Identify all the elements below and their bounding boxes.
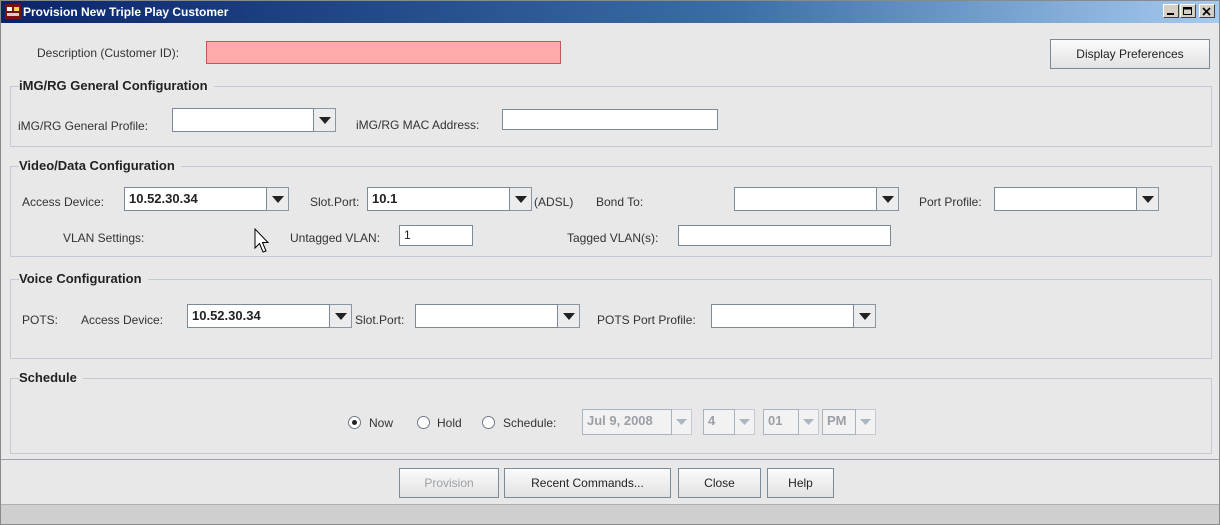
img-rg-profile-label: iMG/RG General Profile: [18,119,149,133]
minimize-button[interactable] [1163,4,1179,18]
pots-port-profile-label: POTS Port Profile: [597,313,696,327]
chevron-down-icon[interactable] [877,187,899,211]
help-button[interactable]: Help [767,468,834,498]
img-rg-profile-combo[interactable] [172,108,336,132]
voice-slot-port-combo[interactable] [415,304,581,328]
minimize-icon [1167,13,1174,15]
untagged-vlan-input[interactable]: 1 [399,225,473,246]
bond-to-label: Bond To: [596,195,644,209]
access-device-label: Access Device: [22,195,105,209]
window-title: Provision New Triple Play Customer [23,5,229,19]
voice-group-title: Voice Configuration [19,271,148,286]
status-bar [1,504,1219,524]
access-device-value[interactable]: 10.52.30.34 [124,187,267,211]
radio-schedule-label[interactable]: Schedule: [503,416,556,430]
tagged-vlan-input[interactable] [678,225,891,246]
schedule-group-title: Schedule [19,370,83,385]
slot-port-combo[interactable]: 10.1 [367,187,533,211]
access-device-combo[interactable]: 10.52.30.34 [124,187,290,211]
mouse-cursor-icon [254,228,270,253]
maximize-button[interactable] [1180,4,1196,18]
pots-port-profile-value[interactable] [711,304,854,328]
voice-access-device-label: Access Device: [81,313,164,327]
close-button[interactable]: Close [678,468,761,498]
voice-access-device-value[interactable]: 10.52.30.34 [187,304,330,328]
title-bar[interactable]: Provision New Triple Play Customer [1,1,1219,23]
pots-label: POTS: [22,313,59,327]
chevron-down-icon[interactable] [558,304,580,328]
chevron-down-icon[interactable] [314,108,336,132]
chevron-down-icon[interactable] [510,187,532,211]
recent-commands-button[interactable]: Recent Commands... [504,468,671,498]
bond-to-combo[interactable] [734,187,900,211]
chevron-down-icon[interactable] [854,304,876,328]
img-rg-profile-value[interactable] [172,108,314,132]
voice-access-device-combo[interactable]: 10.52.30.34 [187,304,353,328]
description-input[interactable] [206,41,561,64]
close-icon [1202,7,1211,16]
port-profile-label: Port Profile: [919,195,982,209]
close-window-button[interactable] [1199,4,1215,18]
adsl-label: (ADSL) [534,195,574,209]
img-rg-mac-label: iMG/RG MAC Address: [356,118,480,132]
radio-hold-label[interactable]: Hold [437,416,462,430]
provision-button[interactable]: Provision [399,468,499,498]
video-data-group-title: Video/Data Configuration [19,158,181,173]
slot-port-label: Slot.Port: [310,195,360,209]
description-label: Description (Customer ID): [37,46,180,60]
chevron-down-icon[interactable] [1137,187,1159,211]
chevron-down-icon[interactable] [330,304,352,328]
img-rg-mac-input[interactable] [502,109,718,130]
chevron-down-icon[interactable] [856,409,876,435]
maximize-icon [1183,7,1192,15]
schedule-ampm-field[interactable]: PM [822,409,856,435]
chevron-down-icon[interactable] [672,409,692,435]
radio-selected-dot [352,420,357,425]
display-preferences-button[interactable]: Display Preferences [1050,39,1210,69]
vlan-settings-label: VLAN Settings: [63,231,145,245]
app-icon [5,4,21,19]
radio-now-label[interactable]: Now [369,416,393,430]
schedule-date-field[interactable]: Jul 9, 2008 [582,409,672,435]
radio-now[interactable] [348,416,361,429]
voice-slot-port-label: Slot.Port: [355,313,405,327]
pots-port-profile-combo[interactable] [711,304,877,328]
chevron-down-icon[interactable] [735,409,755,435]
chevron-down-icon[interactable] [799,409,819,435]
schedule-minute-field[interactable]: 01 [763,409,799,435]
footer-separator [1,459,1219,460]
port-profile-combo[interactable] [994,187,1160,211]
untagged-vlan-label: Untagged VLAN: [290,231,381,245]
slot-port-value[interactable]: 10.1 [367,187,510,211]
schedule-hour-field[interactable]: 4 [703,409,735,435]
chevron-down-icon[interactable] [267,187,289,211]
bond-to-value[interactable] [734,187,877,211]
radio-hold[interactable] [417,416,430,429]
provision-dialog: Provision New Triple Play Customer Descr… [0,0,1220,525]
port-profile-value[interactable] [994,187,1137,211]
radio-schedule[interactable] [482,416,495,429]
img-rg-group-title: iMG/RG General Configuration [19,78,214,93]
voice-slot-port-value[interactable] [415,304,558,328]
tagged-vlan-label: Tagged VLAN(s): [567,231,659,245]
